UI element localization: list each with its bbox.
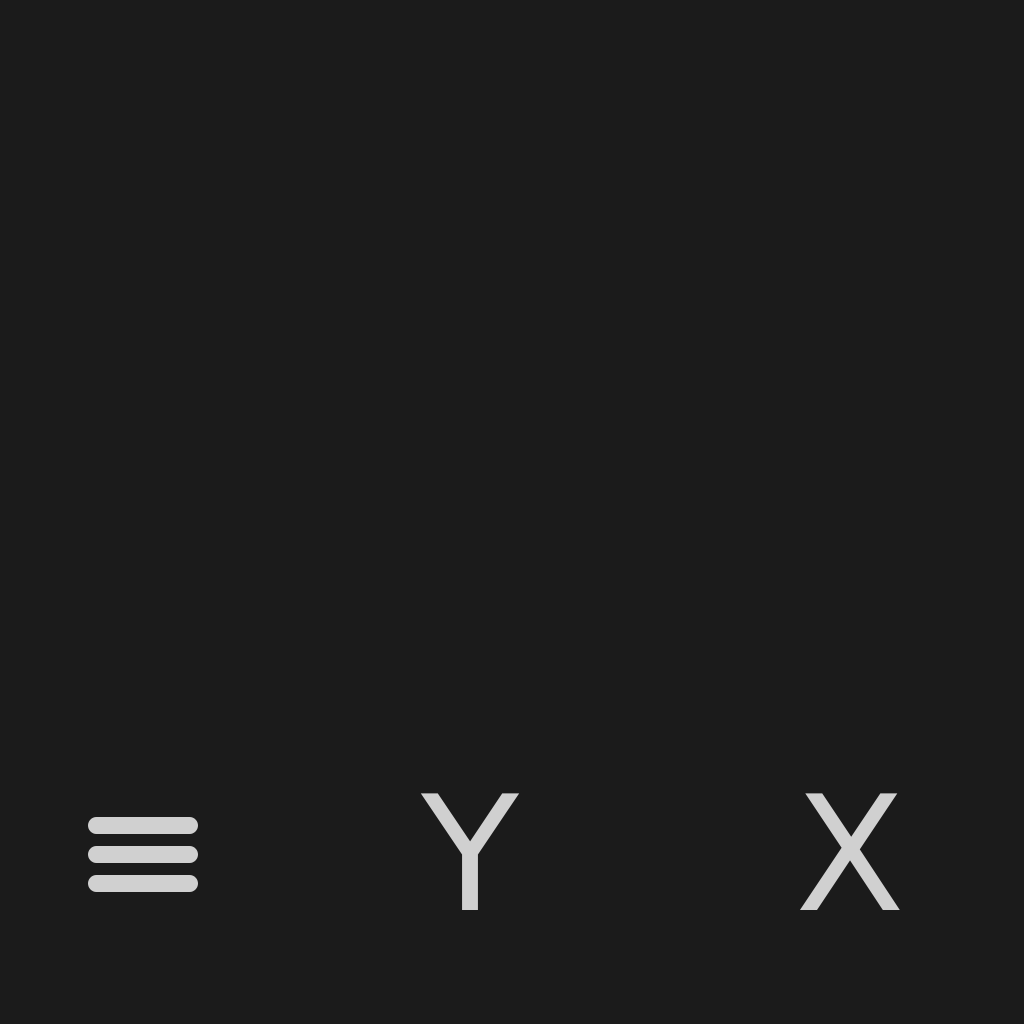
y-key-label: Y: [421, 761, 519, 948]
app-screen: Y X: [0, 0, 1024, 1024]
x-key-button[interactable]: X: [775, 770, 925, 940]
x-key-label: X: [795, 761, 905, 948]
menu-button[interactable]: [80, 806, 206, 902]
y-key-button[interactable]: Y: [395, 770, 545, 940]
hamburger-menu-icon: [88, 817, 198, 892]
